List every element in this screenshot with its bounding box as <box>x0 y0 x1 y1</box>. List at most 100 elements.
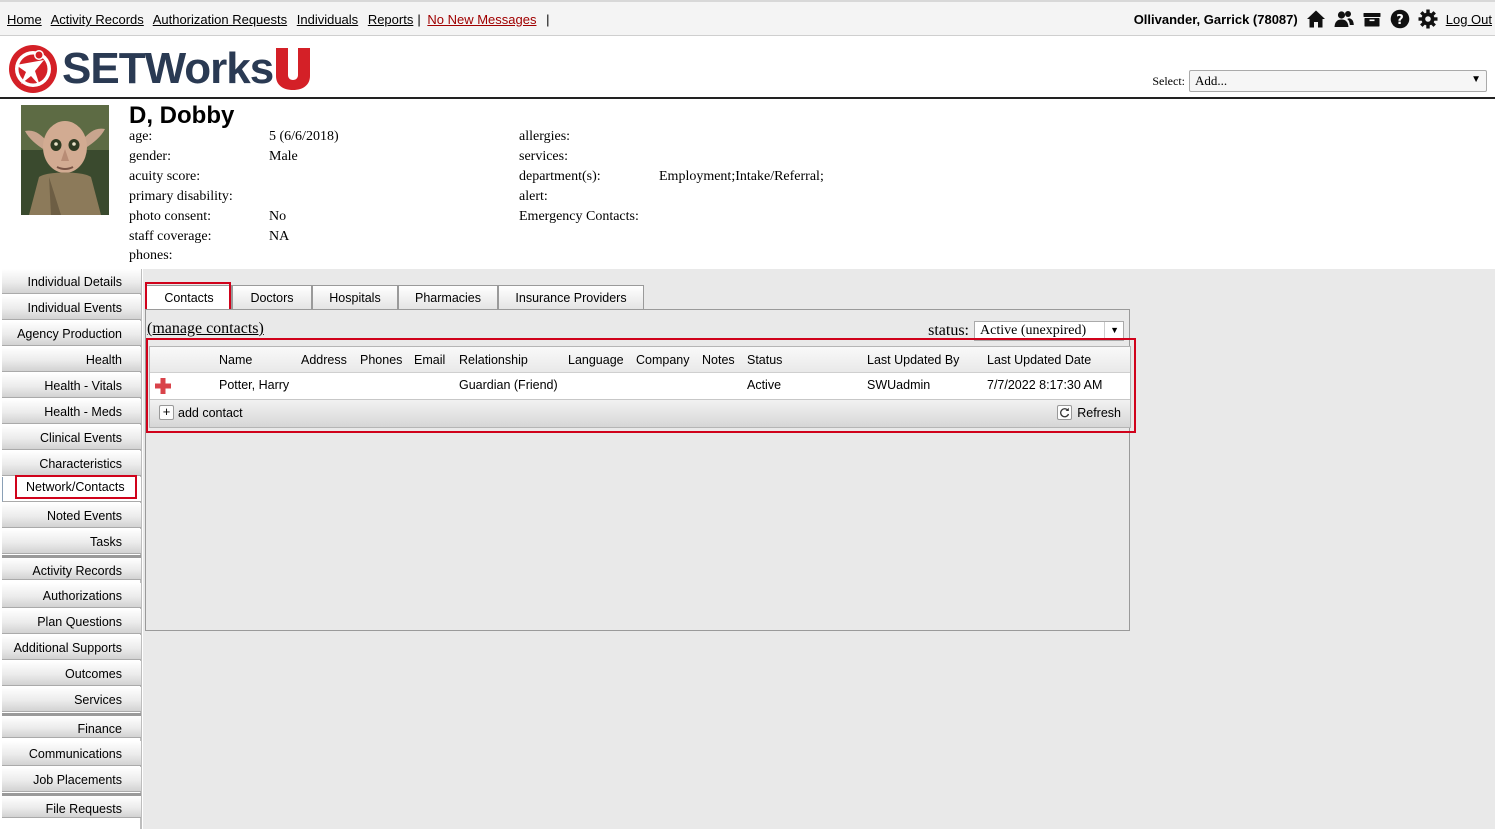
column-header-language[interactable]: Language <box>568 353 624 367</box>
select-label: Select: <box>1152 73 1185 88</box>
sidebar-item-authorizations[interactable]: Authorizations <box>2 583 141 608</box>
sidebar-item-characteristics[interactable]: Characteristics <box>2 451 141 476</box>
archive-box-icon[interactable] <box>1362 9 1382 29</box>
cell-name: Potter, Harry <box>219 378 290 392</box>
column-header-relationship[interactable]: Relationship <box>459 353 528 367</box>
sidebar: Individual Details Individual Events Age… <box>0 269 142 829</box>
sidebar-item-noted-events[interactable]: Noted Events <box>2 503 141 528</box>
messages-link[interactable]: No New Messages <box>427 12 536 27</box>
field-value-staff-coverage: NA <box>269 229 290 244</box>
sidebar-item-individual-events[interactable]: Individual Events <box>2 295 141 320</box>
status-select[interactable]: Active (unexpired) ▼ <box>974 321 1124 341</box>
contacts-grid: Name Address Phones Email Relationship L… <box>149 346 1131 428</box>
sidebar-item-individual-details[interactable]: Individual Details <box>2 269 141 294</box>
tab-hospitals[interactable]: Hospitals <box>312 285 398 309</box>
column-header-address[interactable]: Address <box>301 353 347 367</box>
cell-last-updated-date: 7/7/2022 8:17:30 AM <box>987 378 1103 392</box>
column-header-email[interactable]: Email <box>414 353 445 367</box>
add-contact-button[interactable]: + add contact <box>159 405 243 420</box>
nav-separator: | <box>417 12 421 27</box>
column-header-notes[interactable]: Notes <box>702 353 735 367</box>
tab-pharmacies[interactable]: Pharmacies <box>398 285 498 309</box>
column-header-company[interactable]: Company <box>636 353 690 367</box>
plus-icon: + <box>159 405 174 420</box>
top-nav-links: Home Activity Records Authorization Requ… <box>7 12 552 27</box>
sidebar-item-communications[interactable]: Communications <box>2 741 141 766</box>
sidebar-item-agency-production[interactable]: Agency Production <box>2 321 141 346</box>
cell-last-updated-by: SWUadmin <box>867 378 931 392</box>
field-label-allergies: allergies: <box>519 129 571 144</box>
field-label-departments: department(s): <box>519 169 601 184</box>
field-label-primary-disability: primary disability: <box>129 189 233 204</box>
field-label-services: services: <box>519 149 568 164</box>
nav-reports-link[interactable]: Reports <box>368 12 414 27</box>
sidebar-item-additional-supports[interactable]: Additional Supports <box>2 635 141 660</box>
grid-header: Name Address Phones Email Relationship L… <box>150 347 1130 373</box>
field-label-emergency-contacts: Emergency Contacts: <box>519 209 639 224</box>
add-select-dropdown[interactable]: Add... ▼ <box>1189 70 1487 92</box>
field-label-gender: gender: <box>129 149 171 164</box>
nav-authorization-requests-link[interactable]: Authorization Requests <box>153 12 287 27</box>
users-icon[interactable] <box>1334 9 1354 29</box>
status-select-value: Active (unexpired) <box>980 323 1087 338</box>
sidebar-item-outcomes[interactable]: Outcomes <box>2 661 141 686</box>
cell-status: Active <box>747 378 782 392</box>
sidebar-item-finance[interactable]: Finance <box>2 713 141 738</box>
sidebar-item-clinical-events[interactable]: Clinical Events <box>2 425 141 450</box>
sidebar-item-job-placements[interactable]: Job Placements <box>2 767 141 792</box>
nav-activity-records-link[interactable]: Activity Records <box>51 12 144 27</box>
field-label-phones: phones: <box>129 248 173 263</box>
refresh-button[interactable]: Refresh <box>1057 405 1121 420</box>
table-row[interactable]: Potter, Harry Guardian (Friend) Active S… <box>150 374 1130 398</box>
logo-star-icon <box>9 45 57 93</box>
chevron-down-icon: ▼ <box>1110 325 1119 335</box>
emergency-cross-icon[interactable] <box>155 378 171 397</box>
individual-name: D, Dobby <box>129 102 235 129</box>
add-contact-label: add contact <box>178 405 243 420</box>
nav-separator: | <box>546 12 550 27</box>
field-value-gender: Male <box>269 149 298 164</box>
nav-individuals-link[interactable]: Individuals <box>297 12 358 27</box>
sidebar-item-file-requests[interactable]: File Requests <box>2 793 141 818</box>
field-label-age: age: <box>129 129 153 144</box>
tab-doctors[interactable]: Doctors <box>232 285 312 309</box>
gear-icon[interactable] <box>1418 9 1438 29</box>
column-header-name[interactable]: Name <box>219 353 252 367</box>
manage-contacts-link[interactable]: (manage contacts) <box>147 320 264 338</box>
field-label-acuity: acuity score: <box>129 169 201 184</box>
sidebar-item-network-contacts[interactable]: Network/Contacts <box>2 475 141 502</box>
column-header-status[interactable]: Status <box>747 353 782 367</box>
column-header-phones[interactable]: Phones <box>360 353 402 367</box>
status-filter: status: Active (unexpired) ▼ <box>928 321 1124 341</box>
help-icon[interactable]: ? <box>1390 9 1410 29</box>
logo-u-mark <box>276 48 311 90</box>
tab-contacts[interactable]: Contacts <box>146 285 232 310</box>
refresh-icon <box>1057 405 1073 420</box>
tab-insurance-providers[interactable]: Insurance Providers <box>498 285 644 309</box>
logout-link[interactable]: Log Out <box>1446 12 1492 27</box>
field-value-age: 5 (6/6/2018) <box>269 129 339 144</box>
header: SETWorks Select: Add... ▼ <box>0 36 1495 99</box>
sidebar-item-services[interactable]: Services <box>2 687 141 712</box>
sidebar-item-health-meds[interactable]: Health - Meds <box>2 399 141 424</box>
column-header-last-updated-date[interactable]: Last Updated Date <box>987 353 1091 367</box>
sidebar-item-health-vitals[interactable]: Health - Vitals <box>2 373 141 398</box>
sidebar-item-plan-questions[interactable]: Plan Questions <box>2 609 141 634</box>
field-value-photo-consent: No <box>269 209 287 224</box>
column-header-last-updated-by[interactable]: Last Updated By <box>867 353 959 367</box>
field-label-staff-coverage: staff coverage: <box>129 229 212 244</box>
sidebar-item-tasks[interactable]: Tasks <box>2 529 141 554</box>
add-select-area: Select: Add... ▼ <box>1152 70 1487 92</box>
field-value-departments: Employment;Intake/Referral; <box>659 169 824 184</box>
refresh-label: Refresh <box>1077 405 1121 420</box>
home-icon[interactable] <box>1306 9 1326 29</box>
sidebar-item-activity-records[interactable]: Activity Records <box>2 555 141 580</box>
field-label-alert: alert: <box>519 189 548 204</box>
setworks-logo[interactable]: SETWorks <box>8 44 311 94</box>
svg-text:?: ? <box>1396 13 1404 28</box>
top-nav-bar: Home Activity Records Authorization Requ… <box>0 0 1495 36</box>
sidebar-item-health[interactable]: Health <box>2 347 141 372</box>
user-name: Ollivander, Garrick (78087) <box>1133 11 1298 27</box>
chevron-down-icon: ▼ <box>1471 74 1481 85</box>
nav-home-link[interactable]: Home <box>7 12 42 27</box>
